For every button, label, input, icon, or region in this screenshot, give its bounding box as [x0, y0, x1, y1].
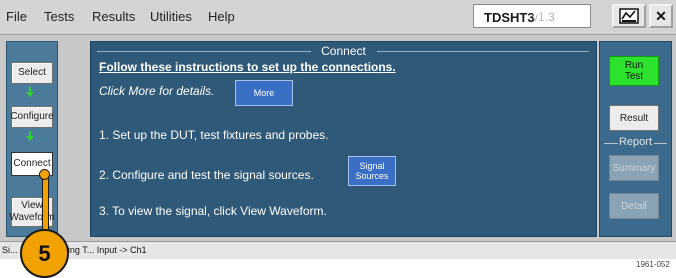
nav-configure-button[interactable]: Configure: [10, 106, 54, 128]
more-details-prompt: Click More for details.: [99, 84, 215, 98]
nav-select-label: Select: [18, 67, 46, 78]
step-3-text: 3. To view the signal, click View Wavefo…: [99, 204, 327, 218]
more-button[interactable]: More: [235, 80, 293, 106]
connect-panel: Connect Follow these instructions to set…: [90, 41, 597, 237]
close-icon: ✕: [655, 7, 667, 24]
report-divider: [654, 143, 667, 144]
minimize-icon: [619, 8, 639, 24]
test-flow-nav: Select Configure Connect View Waveform: [6, 41, 58, 237]
step-1-text: 1. Set up the DUT, test fixtures and pro…: [99, 128, 329, 142]
flow-arrow-down-icon: [26, 131, 34, 141]
app-title-box: TDSHT3 v1.3: [473, 4, 591, 28]
close-button[interactable]: ✕: [649, 4, 673, 28]
run-result-panel: Run Test Result Report Summary Detail: [599, 41, 672, 237]
figure-id: 1961-052: [636, 260, 670, 269]
nav-select-button[interactable]: Select: [11, 62, 53, 84]
detail-label: Detail: [621, 200, 647, 212]
run-test-button[interactable]: Run Test: [609, 56, 659, 86]
step-2-text: 2. Configure and test the signal sources…: [99, 168, 314, 182]
nav-configure-label: Configure: [10, 111, 54, 122]
menu-bar: File Tests Results Utilities Help TDSHT3…: [0, 0, 676, 35]
menu-utilities[interactable]: Utilities: [150, 9, 192, 24]
signal-sources-label: Sources: [355, 171, 389, 181]
signal-sources-button[interactable]: Signal Sources: [348, 156, 396, 186]
detail-button[interactable]: Detail: [609, 193, 659, 219]
menu-results[interactable]: Results: [92, 9, 135, 24]
test-label: Test: [624, 71, 644, 82]
minimize-button[interactable]: [612, 4, 646, 28]
callout-pointer: [42, 174, 49, 231]
callout-pointer-dot: [39, 169, 50, 180]
nav-view-label: View: [21, 200, 43, 211]
status-bar: Si... Max Diff Swing T... Input -> Ch1: [0, 241, 676, 259]
summary-label: Summary: [612, 162, 656, 174]
tdsht3-application-window: File Tests Results Utilities Help TDSHT3…: [0, 0, 676, 259]
menu-file[interactable]: File: [6, 9, 27, 24]
app-name: TDSHT3: [484, 10, 535, 25]
menu-tests[interactable]: Tests: [44, 9, 74, 24]
menu-help[interactable]: Help: [208, 9, 235, 24]
result-label: Result: [619, 112, 649, 124]
callout-number: 5: [38, 241, 51, 266]
summary-button[interactable]: Summary: [609, 155, 659, 181]
instructions-heading: Follow these instructions to set up the …: [99, 60, 396, 74]
report-group-label: Report: [618, 136, 653, 148]
title-divider: [377, 51, 589, 52]
signal-sources-label: Signal: [359, 161, 385, 171]
more-button-label: More: [253, 88, 275, 98]
flow-arrow-down-icon: [26, 87, 34, 97]
app-version: v1.3: [532, 10, 555, 24]
result-button[interactable]: Result: [609, 105, 659, 131]
run-label: Run: [624, 60, 644, 71]
